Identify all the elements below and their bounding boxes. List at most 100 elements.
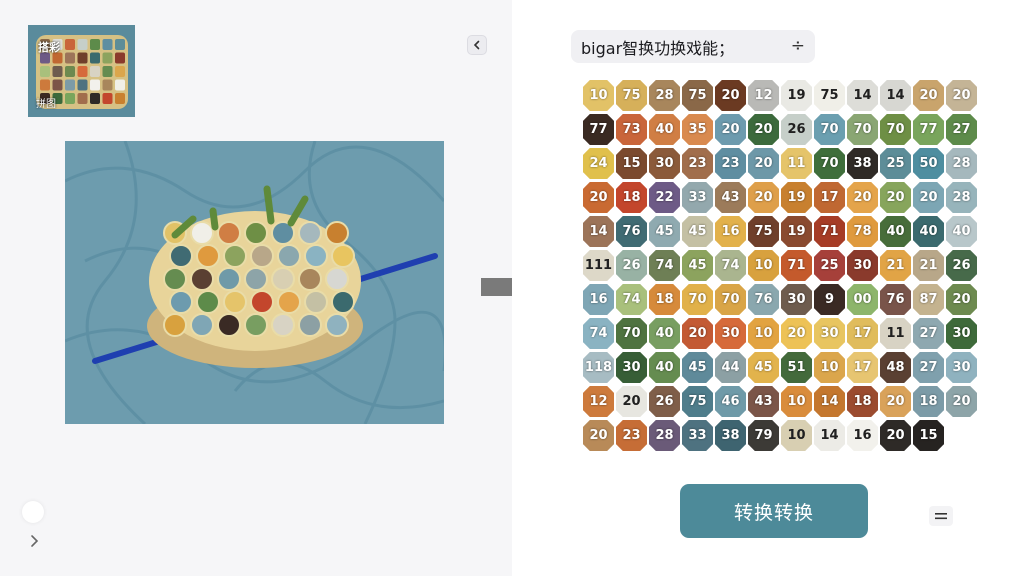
bead-cell[interactable]: 26: [616, 250, 647, 281]
bead-cell[interactable]: 15: [913, 420, 944, 451]
bead-cell[interactable]: 20: [946, 284, 977, 315]
bead-cell[interactable]: 30: [946, 318, 977, 349]
bead-cell[interactable]: 76: [880, 284, 911, 315]
bead-cell[interactable]: 12: [583, 386, 614, 417]
bead-cell[interactable]: 14: [880, 80, 911, 111]
bead-cell[interactable]: 45: [682, 250, 713, 281]
bead-cell[interactable]: 48: [880, 352, 911, 383]
bead-cell[interactable]: 51: [781, 352, 812, 383]
bead-cell[interactable]: 18: [616, 182, 647, 213]
bead-cell[interactable]: 40: [649, 114, 680, 145]
bead-cell[interactable]: 71: [781, 250, 812, 281]
bead-cell[interactable]: 43: [715, 182, 746, 213]
bead-cell[interactable]: 24: [583, 148, 614, 179]
bead-cell[interactable]: 75: [616, 80, 647, 111]
plus-icon[interactable]: ÷: [791, 36, 805, 56]
bead-cell[interactable]: 16: [715, 216, 746, 247]
bead-cell[interactable]: 21: [913, 250, 944, 281]
bead-cell[interactable]: 23: [616, 420, 647, 451]
bead-cell[interactable]: 74: [583, 318, 614, 349]
bead-cell[interactable]: 17: [847, 318, 878, 349]
bead-cell[interactable]: 17: [847, 352, 878, 383]
bead-cell[interactable]: 20: [616, 386, 647, 417]
bead-cell[interactable]: 30: [946, 352, 977, 383]
bead-cell[interactable]: 40: [649, 352, 680, 383]
bead-cell[interactable]: 18: [913, 386, 944, 417]
bead-cell[interactable]: 12: [748, 80, 779, 111]
bead-cell[interactable]: 19: [781, 216, 812, 247]
bead-cell[interactable]: 50: [913, 148, 944, 179]
bead-cell[interactable]: 33: [682, 182, 713, 213]
bead-cell[interactable]: 21: [880, 250, 911, 281]
bead-cell[interactable]: 45: [748, 352, 779, 383]
bead-cell[interactable]: 18: [847, 386, 878, 417]
bead-cell[interactable]: 10: [781, 420, 812, 451]
bead-cell[interactable]: 30: [847, 250, 878, 281]
bead-cell[interactable]: 45: [682, 216, 713, 247]
bead-cell[interactable]: 38: [847, 148, 878, 179]
bead-cell[interactable]: 45: [649, 216, 680, 247]
bead-cell[interactable]: 20: [583, 182, 614, 213]
chevron-right-icon[interactable]: [26, 533, 42, 549]
bead-cell[interactable]: 22: [649, 182, 680, 213]
bead-cell[interactable]: 111: [583, 250, 614, 281]
bead-cell[interactable]: 75: [682, 80, 713, 111]
bead-cell[interactable]: 20: [880, 386, 911, 417]
bead-cell[interactable]: 23: [682, 148, 713, 179]
bead-cell[interactable]: 75: [814, 80, 845, 111]
bead-cell[interactable]: 16: [847, 420, 878, 451]
bead-cell[interactable]: 70: [682, 284, 713, 315]
bead-cell[interactable]: 74: [616, 284, 647, 315]
bead-cell[interactable]: 20: [781, 318, 812, 349]
bead-cell[interactable]: 15: [616, 148, 647, 179]
bead-cell[interactable]: 70: [814, 148, 845, 179]
bead-cell[interactable]: 28: [946, 148, 977, 179]
bead-cell[interactable]: 28: [649, 80, 680, 111]
bead-cell[interactable]: 77: [583, 114, 614, 145]
bead-cell[interactable]: 27: [913, 352, 944, 383]
bead-cell[interactable]: 17: [814, 182, 845, 213]
bead-cell[interactable]: 118: [583, 352, 614, 383]
bead-cell[interactable]: 43: [748, 386, 779, 417]
bead-cell[interactable]: 20: [847, 182, 878, 213]
bead-cell[interactable]: 19: [781, 182, 812, 213]
bead-cell[interactable]: 76: [748, 284, 779, 315]
bead-cell[interactable]: 71: [814, 216, 845, 247]
bead-cell[interactable]: 45: [682, 352, 713, 383]
bead-cell[interactable]: 35: [682, 114, 713, 145]
bead-cell[interactable]: 30: [616, 352, 647, 383]
convert-button[interactable]: 转换转换: [680, 484, 868, 538]
bead-cell[interactable]: 20: [946, 80, 977, 111]
collapse-panel-button[interactable]: [467, 35, 487, 55]
bead-cell[interactable]: 26: [946, 250, 977, 281]
bead-cell[interactable]: 19: [781, 80, 812, 111]
floating-action-dot[interactable]: [22, 501, 44, 523]
bead-cell[interactable]: 30: [715, 318, 746, 349]
bead-cell[interactable]: 25: [880, 148, 911, 179]
bead-cell[interactable]: 20: [682, 318, 713, 349]
bead-cell[interactable]: 87: [913, 284, 944, 315]
bead-cell[interactable]: 20: [946, 386, 977, 417]
menu-button[interactable]: [929, 506, 953, 526]
bead-cell[interactable]: 14: [583, 216, 614, 247]
bead-cell[interactable]: 40: [946, 216, 977, 247]
bead-cell[interactable]: 70: [847, 114, 878, 145]
bead-cell[interactable]: 10: [781, 386, 812, 417]
bead-cell[interactable]: 70: [880, 114, 911, 145]
bead-cell[interactable]: 79: [748, 420, 779, 451]
bead-cell[interactable]: 28: [649, 420, 680, 451]
bead-cell[interactable]: 40: [913, 216, 944, 247]
bead-cell[interactable]: 14: [847, 80, 878, 111]
bead-cell[interactable]: 76: [616, 216, 647, 247]
bead-cell[interactable]: 20: [748, 182, 779, 213]
bead-cell[interactable]: 75: [748, 216, 779, 247]
bead-cell[interactable]: 78: [847, 216, 878, 247]
bead-cell[interactable]: 20: [748, 114, 779, 145]
bead-cell[interactable]: 23: [715, 148, 746, 179]
bead-cell[interactable]: 30: [781, 284, 812, 315]
bead-cell[interactable]: 75: [682, 386, 713, 417]
bead-cell[interactable]: 27: [946, 114, 977, 145]
bead-cell[interactable]: 40: [880, 216, 911, 247]
bead-cell[interactable]: 20: [583, 420, 614, 451]
bead-cell[interactable]: 33: [682, 420, 713, 451]
